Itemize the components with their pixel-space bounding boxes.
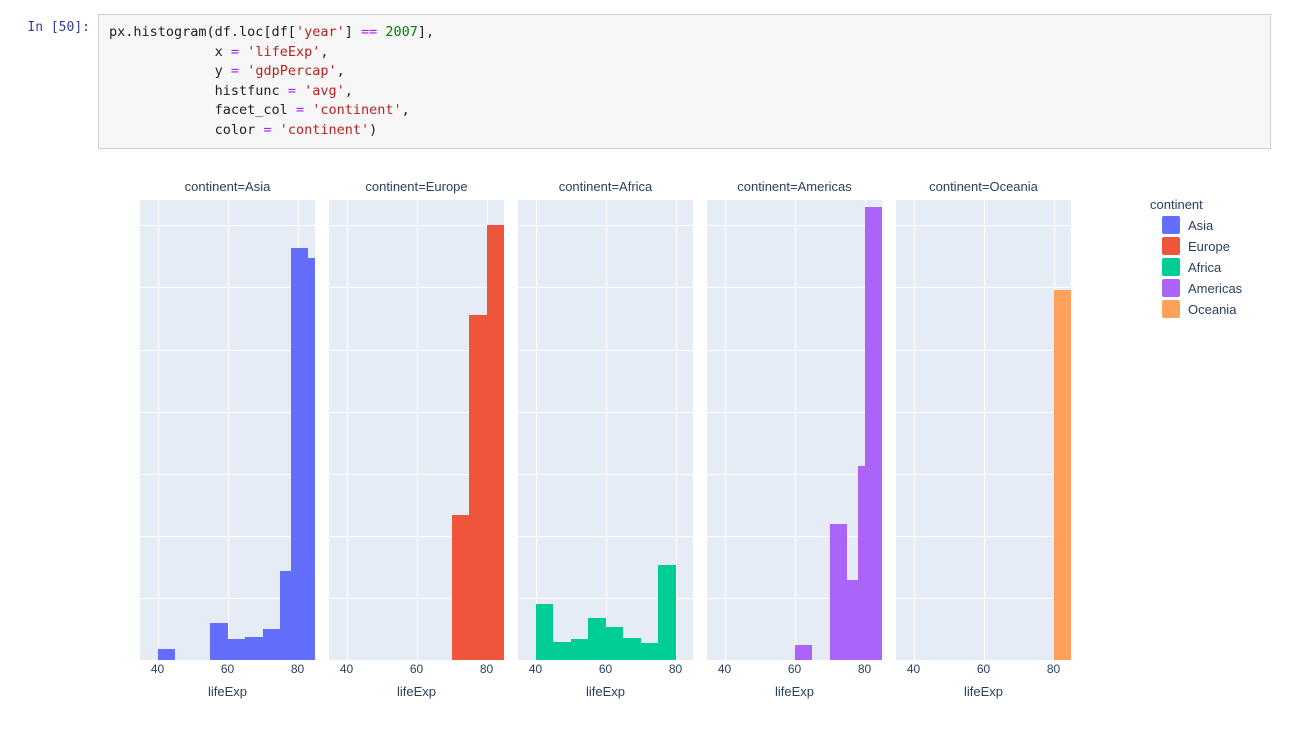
x-axis-title: lifeExp — [896, 684, 1071, 699]
x-tick-label: 40 — [907, 662, 920, 676]
facet-europe: continent=Europe 40 60 80 lifeExp — [329, 179, 504, 699]
x-axis-title: lifeExp — [140, 684, 315, 699]
x-tick-label: 80 — [291, 662, 304, 676]
code-cell: In [50]: px.histogram(df.loc[df['year'] … — [0, 14, 1271, 149]
bar[interactable] — [245, 637, 263, 661]
x-tick-label: 60 — [788, 662, 801, 676]
plotly-chart[interactable]: continent=Asia 05k10k15k20k25k30k35kavg o… — [140, 179, 1140, 699]
facet-title: continent=Americas — [707, 179, 882, 194]
x-axis: 40 60 80 — [518, 660, 693, 678]
x-axis: 40 60 80 — [329, 660, 504, 678]
legend-label: Europe — [1188, 239, 1230, 254]
x-tick-label: 80 — [669, 662, 682, 676]
x-axis: 40 60 80 — [707, 660, 882, 678]
x-tick-label: 80 — [480, 662, 493, 676]
bar[interactable] — [487, 225, 505, 660]
bar[interactable] — [263, 629, 281, 660]
legend-label: Asia — [1188, 218, 1213, 233]
bar[interactable] — [536, 604, 554, 660]
bar[interactable] — [623, 638, 641, 660]
x-tick-label: 60 — [599, 662, 612, 676]
legend-swatch — [1162, 258, 1180, 276]
plot-area[interactable] — [896, 200, 1071, 660]
facet-americas: continent=Americas 40 60 80 lifeExp — [707, 179, 882, 699]
bar[interactable] — [1054, 290, 1072, 660]
legend-title: continent — [1150, 197, 1242, 212]
x-tick-label: 40 — [151, 662, 164, 676]
bar[interactable] — [452, 515, 470, 660]
legend-label: Americas — [1188, 281, 1242, 296]
bar[interactable] — [571, 639, 589, 660]
x-tick-label: 60 — [977, 662, 990, 676]
legend-item-oceania[interactable]: Oceania — [1150, 300, 1242, 318]
x-tick-label: 40 — [529, 662, 542, 676]
bar[interactable] — [830, 524, 848, 661]
x-tick-label: 80 — [858, 662, 871, 676]
bar[interactable] — [158, 649, 176, 660]
x-tick-label: 60 — [410, 662, 423, 676]
facet-oceania: continent=Oceania 40 60 80 lifeExp — [896, 179, 1071, 699]
legend-item-africa[interactable]: Africa — [1150, 258, 1242, 276]
facet-asia: continent=Asia 05k10k15k20k25k30k35kavg o… — [140, 179, 315, 699]
code-input[interactable]: px.histogram(df.loc[df['year'] == 2007],… — [98, 14, 1271, 149]
x-axis: 40 60 80 — [896, 660, 1071, 678]
facet-title: continent=Asia — [140, 179, 315, 194]
bar[interactable] — [228, 639, 246, 660]
bar[interactable] — [641, 643, 659, 660]
bar[interactable] — [795, 645, 813, 660]
facet-title: continent=Oceania — [896, 179, 1071, 194]
plot-area[interactable] — [329, 200, 504, 660]
x-axis-title: lifeExp — [518, 684, 693, 699]
bar[interactable] — [210, 623, 228, 660]
legend-item-asia[interactable]: Asia — [1150, 216, 1242, 234]
legend-swatch — [1162, 237, 1180, 255]
bar[interactable] — [553, 642, 571, 661]
legend-swatch — [1162, 279, 1180, 297]
plot-area[interactable] — [518, 200, 693, 660]
legend: continent Asia Europe Africa Americas Oceani… — [1150, 197, 1242, 321]
x-axis-title: lifeExp — [707, 684, 882, 699]
bar[interactable] — [865, 207, 883, 661]
plot-area[interactable] — [707, 200, 882, 660]
x-axis: 40 60 80 — [140, 660, 315, 678]
bar[interactable] — [658, 565, 676, 661]
legend-item-americas[interactable]: Americas — [1150, 279, 1242, 297]
x-tick-label: 40 — [718, 662, 731, 676]
x-tick-label: 60 — [221, 662, 234, 676]
x-tick-label: 80 — [1047, 662, 1060, 676]
bar[interactable] — [469, 315, 487, 661]
x-tick-label: 40 — [340, 662, 353, 676]
legend-swatch — [1162, 300, 1180, 318]
legend-label: Africa — [1188, 260, 1221, 275]
facet-title: continent=Europe — [329, 179, 504, 194]
legend-label: Oceania — [1188, 302, 1236, 317]
input-prompt: In [50]: — [0, 14, 98, 35]
plot-area[interactable]: 05k10k15k20k25k30k35kavg of gdpPercap — [140, 200, 315, 660]
x-axis-title: lifeExp — [329, 684, 504, 699]
notebook-container: In [50]: px.histogram(df.loc[df['year'] … — [0, 0, 1291, 719]
legend-swatch — [1162, 216, 1180, 234]
facet-title: continent=Africa — [518, 179, 693, 194]
legend-item-europe[interactable]: Europe — [1150, 237, 1242, 255]
facet-africa: continent=Africa 40 60 80 lifeExp — [518, 179, 693, 699]
bar[interactable] — [298, 258, 316, 661]
facets-row: continent=Asia 05k10k15k20k25k30k35kavg o… — [140, 179, 1140, 699]
